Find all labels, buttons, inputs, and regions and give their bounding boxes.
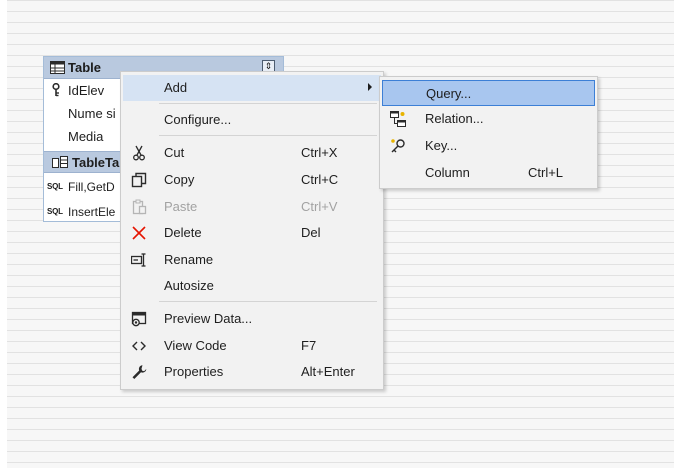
delete-x-icon [131, 225, 147, 241]
menu-item-preview-data[interactable]: Preview Data... [123, 306, 381, 332]
rename-icon [130, 252, 147, 268]
scissors-icon [131, 145, 147, 161]
submenu-item-key[interactable]: Key... [382, 133, 595, 159]
submenu-item-query[interactable]: Query... [382, 80, 595, 106]
column-label: Nume si [68, 106, 116, 121]
submenu-item-column[interactable]: Column Ctrl+L [382, 160, 595, 186]
menu-separator [159, 135, 377, 136]
copy-icon [131, 172, 147, 188]
tableadapter-title: TableTa [72, 155, 120, 170]
menu-item-label: Configure... [164, 112, 232, 127]
sql-query-icon: SQL [47, 182, 63, 191]
menu-item-add[interactable]: Add [123, 75, 381, 101]
menu-item-shortcut: Del [301, 225, 321, 240]
primary-key-icon [52, 82, 62, 100]
menu-item-label: Rename [164, 252, 214, 267]
menu-item-label: Column [425, 165, 470, 180]
preview-data-icon [131, 311, 147, 327]
menu-item-label: Add [164, 80, 188, 95]
submenu-arrow-icon [368, 83, 372, 91]
menu-item-properties[interactable]: Properties Alt+Enter [123, 359, 381, 385]
add-submenu: Query... Relation... Key... Column Ctrl+… [379, 76, 598, 189]
column-label: IdElev [68, 83, 105, 98]
menu-item-label: View Code [164, 338, 227, 353]
menu-item-shortcut: Ctrl+V [301, 199, 338, 214]
paste-icon [131, 199, 147, 215]
key-icon [390, 138, 406, 154]
menu-separator [159, 103, 377, 104]
menu-item-label: Preview Data... [164, 311, 253, 326]
menu-item-label: Paste [164, 199, 198, 214]
column-label: Media [68, 129, 104, 144]
menu-item-shortcut: Ctrl+X [301, 145, 338, 160]
menu-item-label: Delete [164, 225, 202, 240]
menu-item-label: Properties [164, 364, 224, 379]
submenu-item-relation[interactable]: Relation... [382, 106, 595, 132]
datatable-title: Table [68, 60, 101, 75]
menu-item-paste[interactable]: Paste Ctrl+V [123, 194, 381, 220]
tableadapter-icon [52, 156, 68, 172]
menu-item-copy[interactable]: Copy Ctrl+C [123, 167, 381, 193]
sql-query-icon: SQL [47, 207, 63, 216]
datatable-icon [50, 61, 65, 77]
menu-item-label: Cut [164, 145, 185, 160]
menu-item-autosize[interactable]: Autosize [123, 273, 381, 299]
menu-item-delete[interactable]: Delete Del [123, 220, 381, 246]
context-menu: Add Configure... Cut Ctrl+X Copy Ctrl+C [120, 71, 384, 390]
menu-item-cut[interactable]: Cut Ctrl+X [123, 140, 381, 166]
menu-item-label: Key... [425, 138, 458, 153]
menu-separator [159, 301, 377, 302]
menu-item-label: Copy [164, 172, 195, 187]
menu-item-shortcut: F7 [301, 338, 317, 353]
menu-item-label: Relation... [425, 111, 484, 126]
query-method-label: InsertEle [68, 205, 116, 219]
relation-icon [390, 111, 406, 127]
menu-item-rename[interactable]: Rename [123, 247, 381, 273]
code-brackets-icon [131, 338, 147, 354]
menu-item-label: Autosize [164, 278, 214, 293]
menu-item-shortcut: Ctrl+C [301, 172, 339, 187]
menu-item-view-code[interactable]: View Code F7 [123, 333, 381, 359]
query-method-label: Fill,GetD [68, 180, 115, 194]
menu-item-configure[interactable]: Configure... [123, 107, 381, 133]
wrench-icon [131, 364, 147, 380]
menu-item-shortcut: Alt+Enter [301, 364, 355, 379]
menu-item-shortcut: Ctrl+L [528, 165, 564, 180]
menu-item-label: Query... [426, 86, 472, 101]
